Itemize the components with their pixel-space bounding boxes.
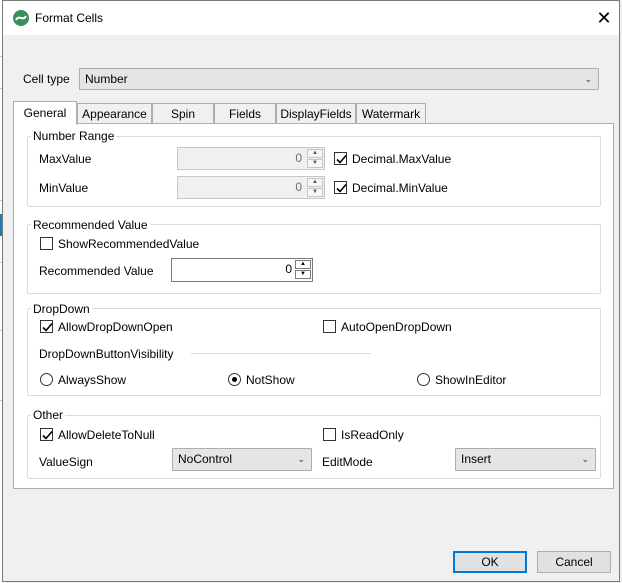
max-value-spinner[interactable]: 0 ▲ ▼	[177, 147, 325, 170]
tab-label: General	[23, 106, 67, 120]
tab-spin[interactable]: Spin	[152, 103, 214, 124]
min-value-label: MinValue	[39, 181, 89, 195]
always-show-label: AlwaysShow	[58, 373, 127, 387]
auto-open-dropdown-checkbox[interactable]	[323, 320, 336, 333]
decimal-max-label: Decimal.MaxValue	[352, 152, 452, 166]
chevron-down-icon: ⌄	[297, 454, 305, 464]
min-value-spinner[interactable]: 0 ▲ ▼	[177, 176, 325, 199]
number-range-title: Number Range	[31, 129, 117, 143]
title-bar: Format Cells ✕	[3, 1, 619, 35]
app-logo-icon	[13, 10, 29, 26]
spin-up-icon[interactable]: ▲	[295, 260, 311, 269]
cancel-button[interactable]: Cancel	[537, 551, 611, 573]
allow-delete-to-null-checkbox[interactable]	[40, 428, 53, 441]
dropdown-title: DropDown	[31, 302, 92, 316]
is-read-only-label: IsReadOnly	[341, 428, 404, 442]
spin-up-icon[interactable]: ▲	[307, 149, 323, 158]
radio-always-show[interactable]	[40, 373, 53, 386]
max-value: 0	[295, 151, 302, 165]
ok-label: OK	[481, 555, 499, 569]
is-read-only-checkbox[interactable]	[323, 428, 336, 441]
value-sign-value: NoControl	[178, 452, 233, 466]
recommended-value-label: Recommended Value	[39, 264, 154, 278]
spin-down-icon[interactable]: ▼	[295, 270, 311, 279]
chevron-down-icon: ⌄	[581, 454, 589, 464]
max-value-label: MaxValue	[39, 152, 92, 166]
show-recommended-checkbox[interactable]	[40, 237, 53, 250]
value-sign-label: ValueSign	[39, 455, 93, 469]
recommended-value-group	[27, 224, 601, 294]
recommended-value-spinner[interactable]: 0 ▲ ▼	[171, 258, 313, 282]
not-show-label: NotShow	[246, 373, 295, 387]
chevron-down-icon: ⌄	[584, 74, 592, 84]
allow-dropdown-open-checkbox[interactable]	[40, 320, 53, 333]
tab-displayfields[interactable]: DisplayFields	[276, 103, 356, 124]
general-tab-panel: Number Range MaxValue 0 ▲ ▼ Decimal.MaxV…	[13, 123, 614, 489]
edit-mode-combo[interactable]: Insert ⌄	[455, 448, 596, 471]
decimal-max-checkbox[interactable]	[334, 152, 347, 165]
show-recommended-label: ShowRecommendedValue	[58, 237, 200, 251]
tab-label: Spin	[170, 107, 196, 121]
show-in-editor-label: ShowInEditor	[435, 373, 507, 387]
format-cells-dialog: Format Cells ✕ Cell type Number ⌄ Genera…	[2, 0, 620, 582]
radio-show-in-editor[interactable]	[417, 373, 430, 386]
tab-label: Fields	[228, 107, 261, 121]
min-value: 0	[295, 180, 302, 194]
edit-mode-value: Insert	[461, 452, 492, 466]
tab-label: Watermark	[361, 107, 421, 121]
allow-delete-to-null-label: AllowDeleteToNull	[58, 428, 155, 442]
close-icon[interactable]: ✕	[593, 7, 615, 29]
spin-up-icon[interactable]: ▲	[307, 178, 323, 187]
spin-down-icon[interactable]: ▼	[307, 159, 323, 168]
tab-fields[interactable]: Fields	[214, 103, 276, 124]
cell-type-value: Number	[85, 72, 128, 86]
tab-label: DisplayFields	[280, 107, 352, 121]
radio-not-show[interactable]	[228, 373, 241, 386]
recommended-value: 0	[285, 262, 292, 276]
edit-mode-label: EditMode	[322, 455, 373, 469]
value-sign-combo[interactable]: NoControl ⌄	[172, 448, 312, 471]
tab-appearance[interactable]: Appearance	[77, 103, 152, 124]
recommended-value-title: Recommended Value	[31, 218, 150, 232]
decimal-min-checkbox[interactable]	[334, 181, 347, 194]
tab-watermark[interactable]: Watermark	[356, 103, 426, 124]
dropdown-visibility-label: DropDownButtonVisibility	[39, 347, 174, 361]
decimal-min-label: Decimal.MinValue	[352, 181, 448, 195]
cell-type-label: Cell type	[23, 72, 70, 86]
allow-dropdown-open-label: AllowDropDownOpen	[58, 320, 173, 334]
cancel-label: Cancel	[555, 555, 593, 569]
other-title: Other	[31, 408, 66, 422]
spin-down-icon[interactable]: ▼	[307, 188, 323, 197]
dialog-title: Format Cells	[35, 11, 104, 25]
tab-label: Appearance	[82, 107, 147, 121]
ok-button[interactable]: OK	[453, 551, 527, 573]
cell-type-combo[interactable]: Number ⌄	[79, 68, 599, 90]
tab-general[interactable]: General	[13, 101, 77, 125]
auto-open-dropdown-label: AutoOpenDropDown	[341, 320, 452, 334]
visibility-divider	[191, 353, 371, 354]
